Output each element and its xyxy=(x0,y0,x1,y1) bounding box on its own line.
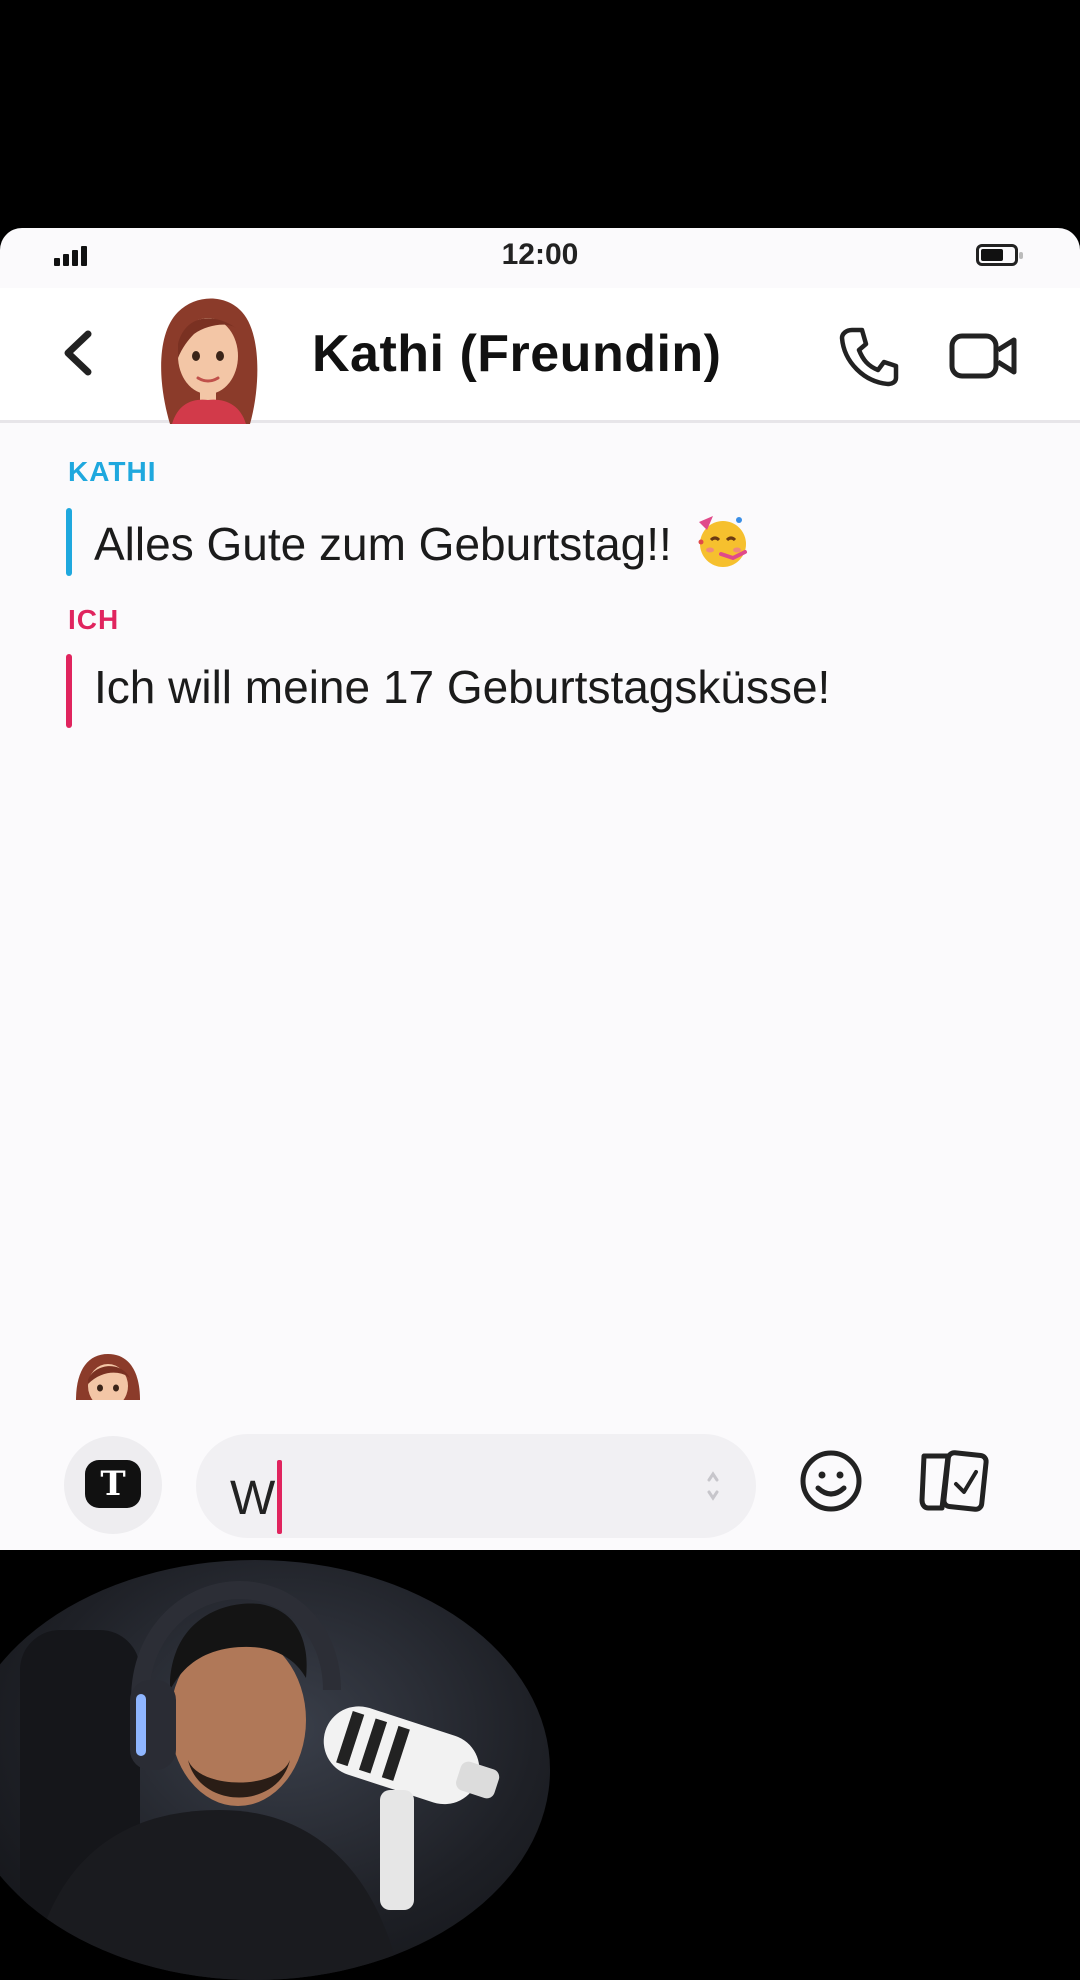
text-style-button[interactable]: T xyxy=(64,1436,162,1534)
streamer-video-icon xyxy=(20,1580,500,1980)
chat-screen: 12:00 Kathi (Freundin) KATHI Alles Gute … xyxy=(0,228,1080,1550)
message-author-me: ICH xyxy=(68,604,120,635)
message-input-value: W xyxy=(230,1472,276,1525)
webcam-overlay xyxy=(0,1560,550,1980)
message-text[interactable]: Ich will meine 17 Geburtstagsküsse! xyxy=(94,660,830,714)
message-accent-bar xyxy=(66,508,72,576)
partying-face-emoji-icon xyxy=(698,516,747,567)
message-input[interactable]: W xyxy=(196,1434,756,1538)
contact-typing-avatar xyxy=(76,1354,140,1400)
message-accent-bar xyxy=(66,654,72,728)
contact-avatar[interactable] xyxy=(148,294,268,424)
battery-icon xyxy=(976,244,1023,266)
video-call-icon[interactable] xyxy=(948,328,1018,384)
text-caret xyxy=(277,1460,283,1534)
phone-call-icon[interactable] xyxy=(838,324,902,388)
back-arrow-icon[interactable] xyxy=(58,328,98,378)
stickers-cards-icon[interactable] xyxy=(918,1448,990,1514)
message-author-kathi: KATHI xyxy=(68,456,157,487)
contact-name[interactable]: Kathi (Freundin) xyxy=(312,324,722,384)
text-format-icon: T xyxy=(85,1460,141,1508)
status-bar: 12:00 xyxy=(0,228,1080,288)
message-input-text: W xyxy=(230,1460,283,1534)
expand-chevron-icon[interactable] xyxy=(706,1468,720,1504)
message-text-content: Alles Gute zum Geburtstag!! xyxy=(94,518,672,570)
emoji-smile-icon[interactable] xyxy=(798,1448,864,1514)
chat-header: Kathi (Freundin) xyxy=(0,288,1080,424)
message-text[interactable]: Alles Gute zum Geburtstag!! xyxy=(94,512,751,571)
status-time: 12:00 xyxy=(501,238,579,271)
